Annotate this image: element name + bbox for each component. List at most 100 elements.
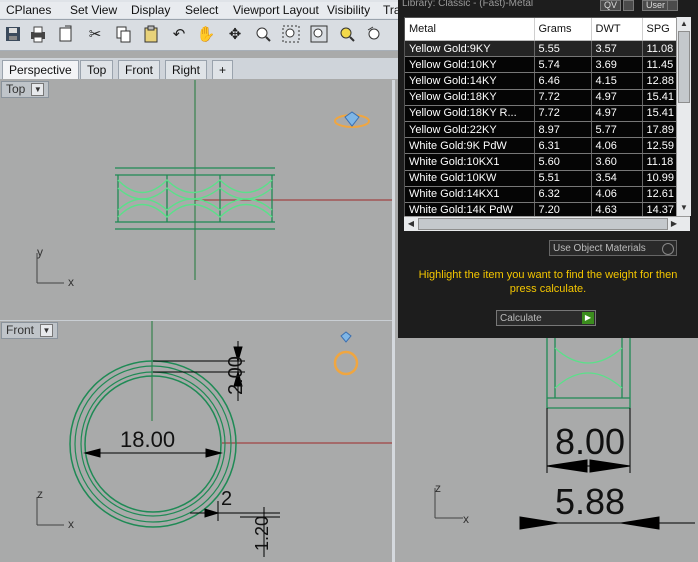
table-row[interactable]: Yellow Gold:9KY 5.55 3.57 11.08 <box>405 40 677 58</box>
tab-add-viewport[interactable]: + <box>212 60 234 79</box>
import-icon[interactable] <box>55 23 77 45</box>
copy-icon[interactable] <box>112 23 134 45</box>
chevron-down-icon[interactable]: ▼ <box>31 83 45 97</box>
menu-tab-visibility[interactable]: Visibility <box>321 2 384 18</box>
cell-spg: 11.18 <box>642 153 677 171</box>
print-icon[interactable] <box>27 23 49 45</box>
tab-right[interactable]: Right <box>165 60 208 79</box>
main-toolbar: ✂ ↶ ✋ ✥ <box>0 20 398 51</box>
cell-metal: Yellow Gold:18KY <box>405 89 535 106</box>
cell-spg: 12.59 <box>642 137 677 155</box>
cell-dwt: 4.15 <box>591 72 643 90</box>
axis-label-right-x: x <box>463 512 469 526</box>
table-row[interactable]: Yellow Gold:22KY 8.97 5.77 17.89 <box>405 121 677 139</box>
table-row[interactable]: Yellow Gold:18KY 7.72 4.97 15.41 <box>405 89 677 106</box>
cell-spg: 12.88 <box>642 72 677 90</box>
paste-icon[interactable] <box>140 23 162 45</box>
menu-tab-transform[interactable]: Tra <box>377 2 401 18</box>
viewport-top-title: Top <box>6 82 26 96</box>
radio-icon[interactable] <box>662 243 674 255</box>
axis-label-z: z <box>37 487 43 501</box>
table-row[interactable]: White Gold:10KW 5.51 3.54 10.99 <box>405 170 677 187</box>
table-row[interactable]: White Gold:10KX1 5.60 3.60 11.18 <box>405 153 677 171</box>
menu-tab-cplanes[interactable]: CPlanes <box>0 2 65 18</box>
table-row[interactable]: Yellow Gold:10KY 5.74 3.69 11.45 <box>405 56 677 74</box>
cell-metal: White Gold:10KW <box>405 170 535 187</box>
metal-table: Metal Grams DWT SPG Yellow Gold:9KY 5.55 3… <box>404 17 678 218</box>
right-viewport-drawing: 8.00 5.88 z x <box>434 338 695 530</box>
use-object-materials-label: Use Object Materials <box>553 243 646 254</box>
cell-metal: Yellow Gold:18KY R... <box>405 105 535 122</box>
table-row[interactable]: White Gold:9K PdW 6.31 4.06 12.59 <box>405 137 677 155</box>
play-arrow-icon[interactable]: ▶ <box>582 312 594 324</box>
dimension-small: 1.20 <box>252 516 272 551</box>
cell-grams: 6.32 <box>534 186 592 203</box>
viewport-divider-vertical[interactable] <box>392 80 395 562</box>
panel-option2-button[interactable] <box>667 0 678 11</box>
undo-icon[interactable]: ↶ <box>168 23 190 45</box>
column-header-metal[interactable]: Metal <box>405 18 535 41</box>
table-row[interactable]: Yellow Gold:14KY 6.46 4.15 12.88 <box>405 72 677 90</box>
front-dimension-lines <box>83 341 280 557</box>
scroll-down-icon[interactable]: ▼ <box>678 202 690 214</box>
cell-dwt: 3.54 <box>591 170 643 187</box>
panel-title: Library: Classic - (Fast)-Metal <box>402 0 534 9</box>
table-row[interactable]: Yellow Gold:18KY R... 7.72 4.97 15.41 <box>405 105 677 122</box>
tab-top[interactable]: Top <box>80 60 114 79</box>
scroll-right-icon[interactable]: ▶ <box>668 218 680 230</box>
preview-ring-front-icon <box>333 331 359 376</box>
user-button[interactable]: User <box>642 0 670 11</box>
zoom-window-icon[interactable] <box>280 23 302 45</box>
panel-option-button[interactable] <box>623 0 634 11</box>
cell-grams: 5.60 <box>534 153 592 171</box>
column-header-dwt[interactable]: DWT <box>591 18 643 41</box>
cell-grams: 7.72 <box>534 89 592 106</box>
menu-tab-set-view[interactable]: Set View <box>64 2 131 18</box>
top-viewport-drawing: y x <box>36 80 392 289</box>
tab-front[interactable]: Front <box>118 60 161 79</box>
cell-spg: 12.61 <box>642 186 677 203</box>
zoom-icon[interactable] <box>252 23 274 45</box>
use-object-materials-toggle[interactable]: Use Object Materials <box>549 240 677 256</box>
cell-dwt: 3.69 <box>591 56 643 74</box>
qv-button[interactable]: QV <box>600 0 622 11</box>
pan-icon[interactable]: ✋ <box>195 23 217 45</box>
viewport-top[interactable]: y x Top ▼ <box>0 80 392 320</box>
viewport-right[interactable]: 8.00 5.88 z x <box>395 338 698 562</box>
scroll-up-icon[interactable]: ▲ <box>678 18 690 30</box>
viewport-top-label[interactable]: Top ▼ <box>1 81 50 98</box>
scroll-left-icon[interactable]: ◀ <box>405 218 417 230</box>
menu-tab-viewport-layout[interactable]: Viewport Layout <box>227 2 326 18</box>
cell-grams: 5.55 <box>534 40 592 58</box>
chevron-down-icon[interactable]: ▼ <box>40 324 54 338</box>
redo-view-icon[interactable] <box>364 23 386 45</box>
dimension-side-inner: 5.88 <box>555 481 625 522</box>
axis-label-y: y <box>37 245 43 259</box>
dimension-height: 2.00 <box>225 356 247 395</box>
viewport-front[interactable]: 18.00 2.00 2 1.20 z x Front ▼ <box>0 321 392 562</box>
table-row[interactable]: White Gold:14KX1 6.32 4.06 12.61 <box>405 186 677 203</box>
viewport-front-label[interactable]: Front ▼ <box>1 322 59 339</box>
tab-perspective[interactable]: Perspective <box>2 60 79 79</box>
zoom-extents-icon[interactable] <box>308 23 330 45</box>
cell-grams: 5.51 <box>534 170 592 187</box>
horizontal-scroll-thumb[interactable] <box>418 218 668 230</box>
zoom-selected-icon[interactable] <box>336 23 358 45</box>
cut-icon[interactable]: ✂ <box>84 23 106 45</box>
cell-metal: Yellow Gold:22KY <box>405 121 535 139</box>
rotate-icon[interactable]: ✥ <box>224 23 246 45</box>
vertical-scroll-thumb[interactable] <box>678 31 690 103</box>
cell-dwt: 3.57 <box>591 40 643 58</box>
calculate-button[interactable]: Calculate ▶ <box>496 310 596 326</box>
save-icon[interactable] <box>2 23 24 45</box>
table-horizontal-scrollbar[interactable]: ◀ ▶ <box>404 216 690 231</box>
cell-dwt: 5.77 <box>591 121 643 139</box>
viewport-tabs: Perspective Top Front Right + <box>0 58 398 79</box>
column-header-grams[interactable]: Grams <box>534 18 592 41</box>
menu-tab-display[interactable]: Display <box>125 2 182 18</box>
column-header-spg[interactable]: SPG <box>642 18 677 41</box>
cell-grams: 6.46 <box>534 72 592 90</box>
cell-spg: 11.08 <box>642 40 677 58</box>
table-vertical-scrollbar[interactable]: ▲ ▼ <box>676 17 691 216</box>
menu-tab-select[interactable]: Select <box>179 2 230 18</box>
